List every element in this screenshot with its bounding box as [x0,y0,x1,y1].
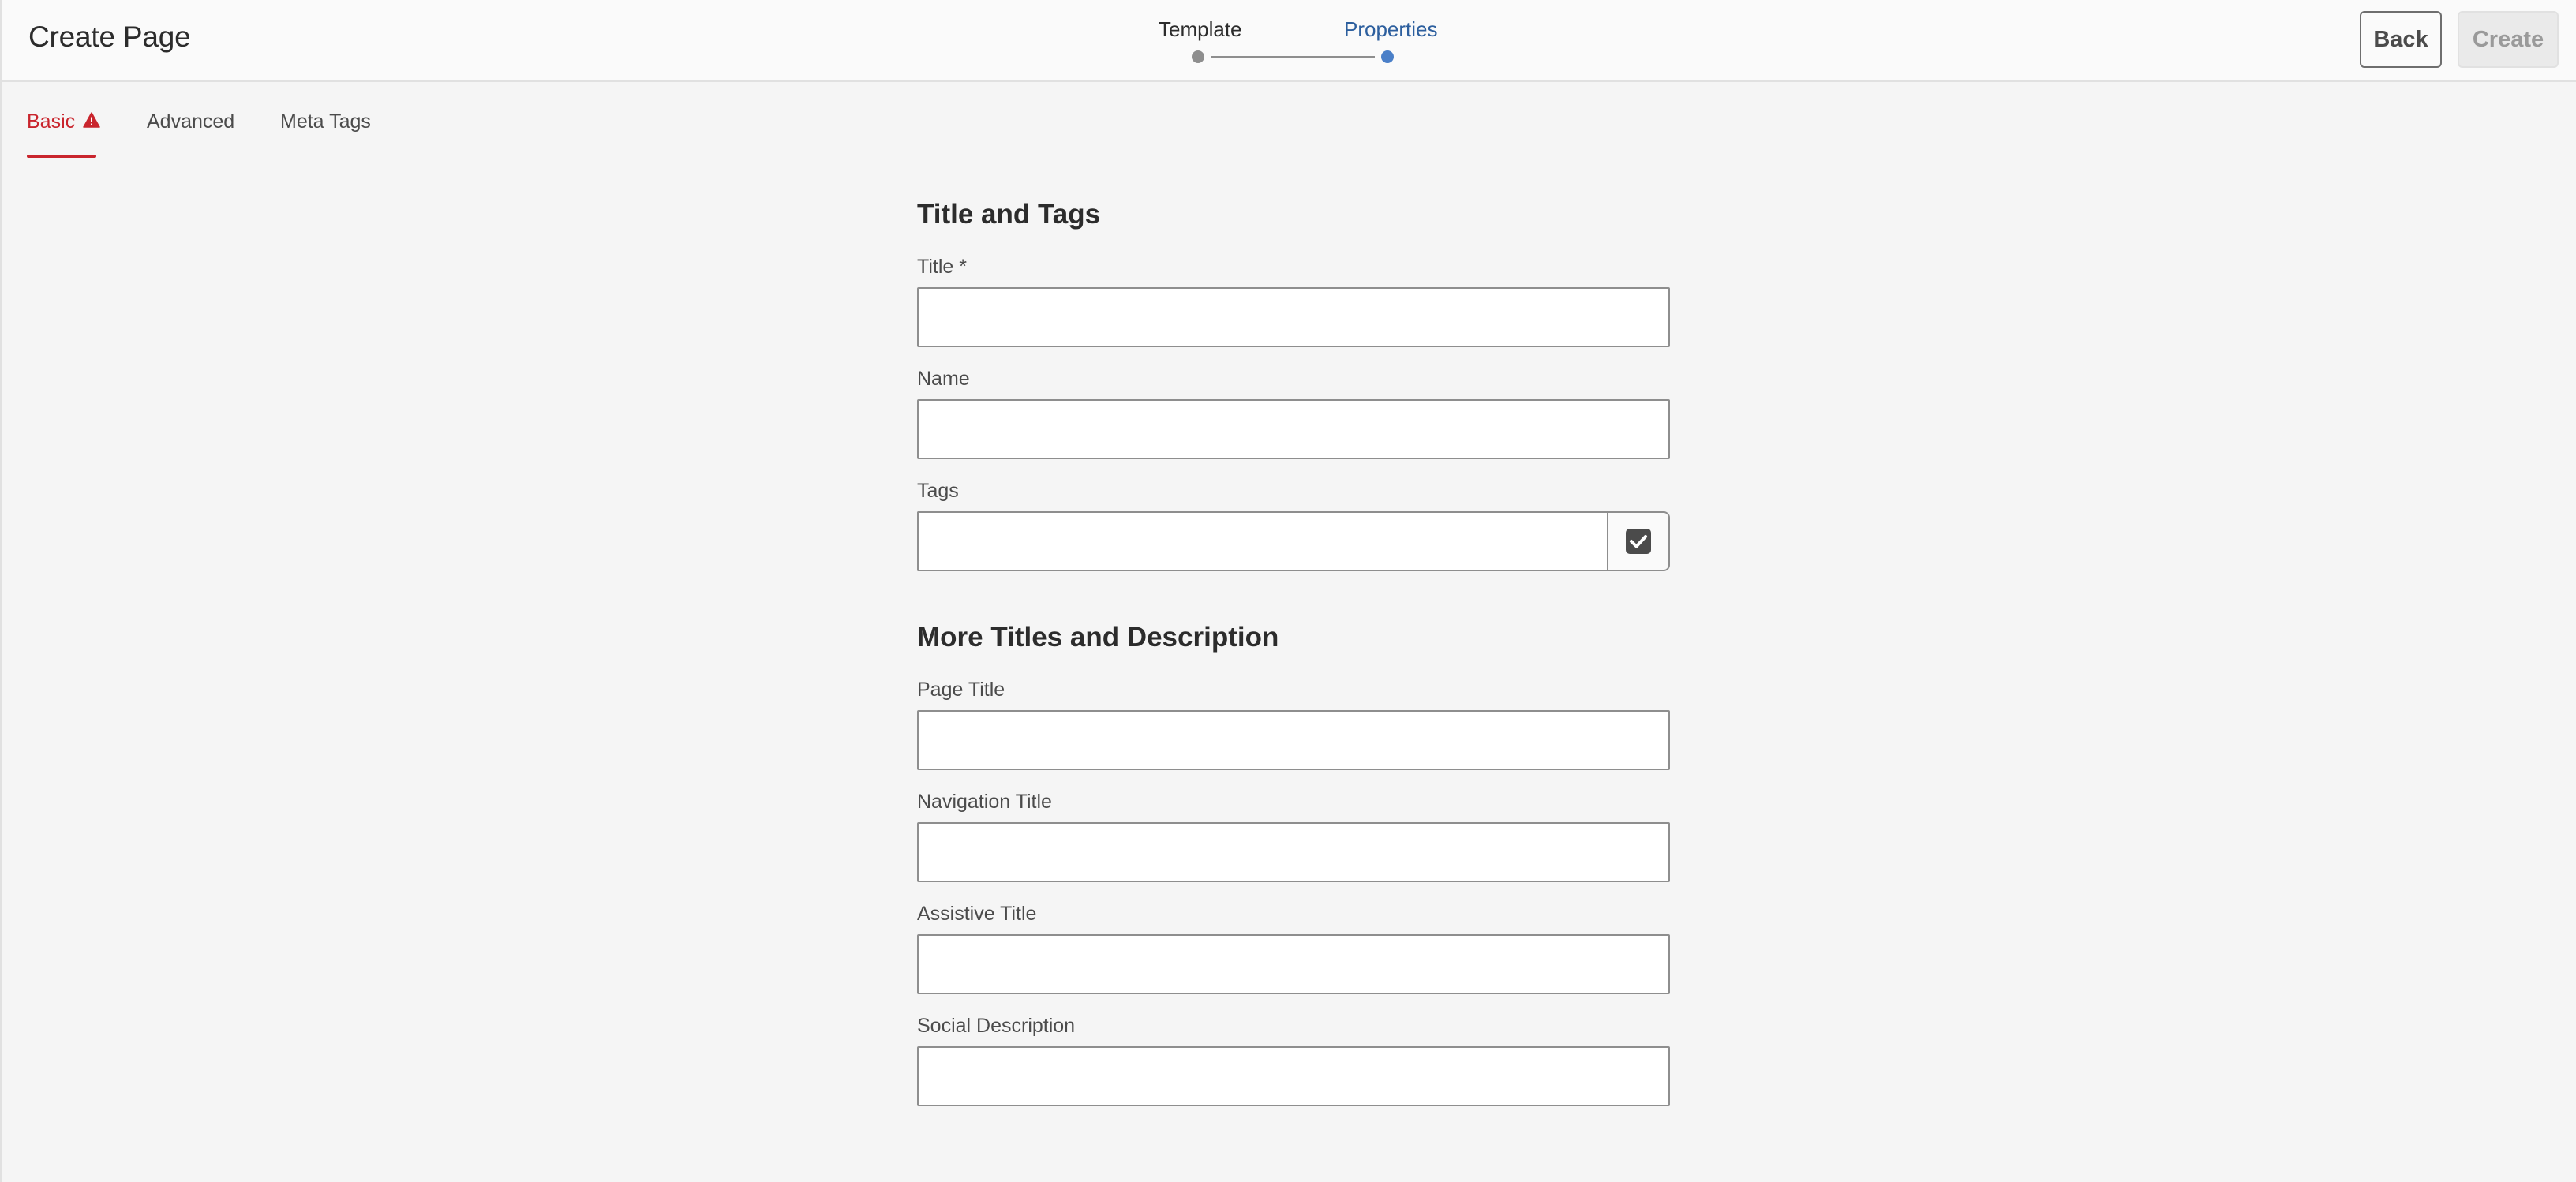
tab-advanced[interactable]: Advanced [147,110,234,133]
alert-triangle-icon [83,112,100,129]
tab-meta-tags[interactable]: Meta Tags [280,110,371,133]
page-title-label: Page Title [917,679,1005,701]
tags-label: Tags [917,480,959,502]
step-properties-dot [1381,50,1394,63]
tags-field [917,511,1670,571]
page-title-input[interactable] [917,710,1670,770]
tab-basic-label: Basic [27,110,76,133]
step-properties-label[interactable]: Properties [1344,17,1438,42]
assistive-title-input[interactable] [917,934,1670,994]
step-template-dot [1192,50,1204,63]
section-title-and-tags: Title and Tags [917,199,1101,230]
tab-basic[interactable]: Basic [27,110,100,133]
checkbox-checked-icon [1626,529,1651,554]
assistive-title-label: Assistive Title [917,903,1037,925]
header-bar: Create Page Template Properties Back Cre… [2,0,2576,82]
title-input[interactable] [917,287,1670,347]
navigation-title-input[interactable] [917,822,1670,882]
tags-picker-button[interactable] [1607,511,1670,571]
section-more-titles: More Titles and Description [917,622,1279,653]
step-template-label[interactable]: Template [1159,17,1242,42]
tab-bar: Basic Advanced Meta Tags [2,82,2576,161]
name-input[interactable] [917,399,1670,459]
create-page-wizard: Create Page Template Properties Back Cre… [0,0,2576,1182]
active-tab-indicator [27,155,96,158]
name-label: Name [917,368,970,390]
navigation-title-label: Navigation Title [917,791,1052,813]
tags-input[interactable] [917,511,1608,571]
page-title: Create Page [28,21,191,53]
create-button[interactable]: Create [2458,11,2559,68]
social-description-label: Social Description [917,1015,1076,1037]
step-connector-line [1211,56,1375,58]
social-description-input[interactable] [917,1046,1670,1106]
back-button[interactable]: Back [2360,11,2442,68]
title-label: Title * [917,256,967,278]
wizard-steps: Template Properties [1159,17,1458,73]
